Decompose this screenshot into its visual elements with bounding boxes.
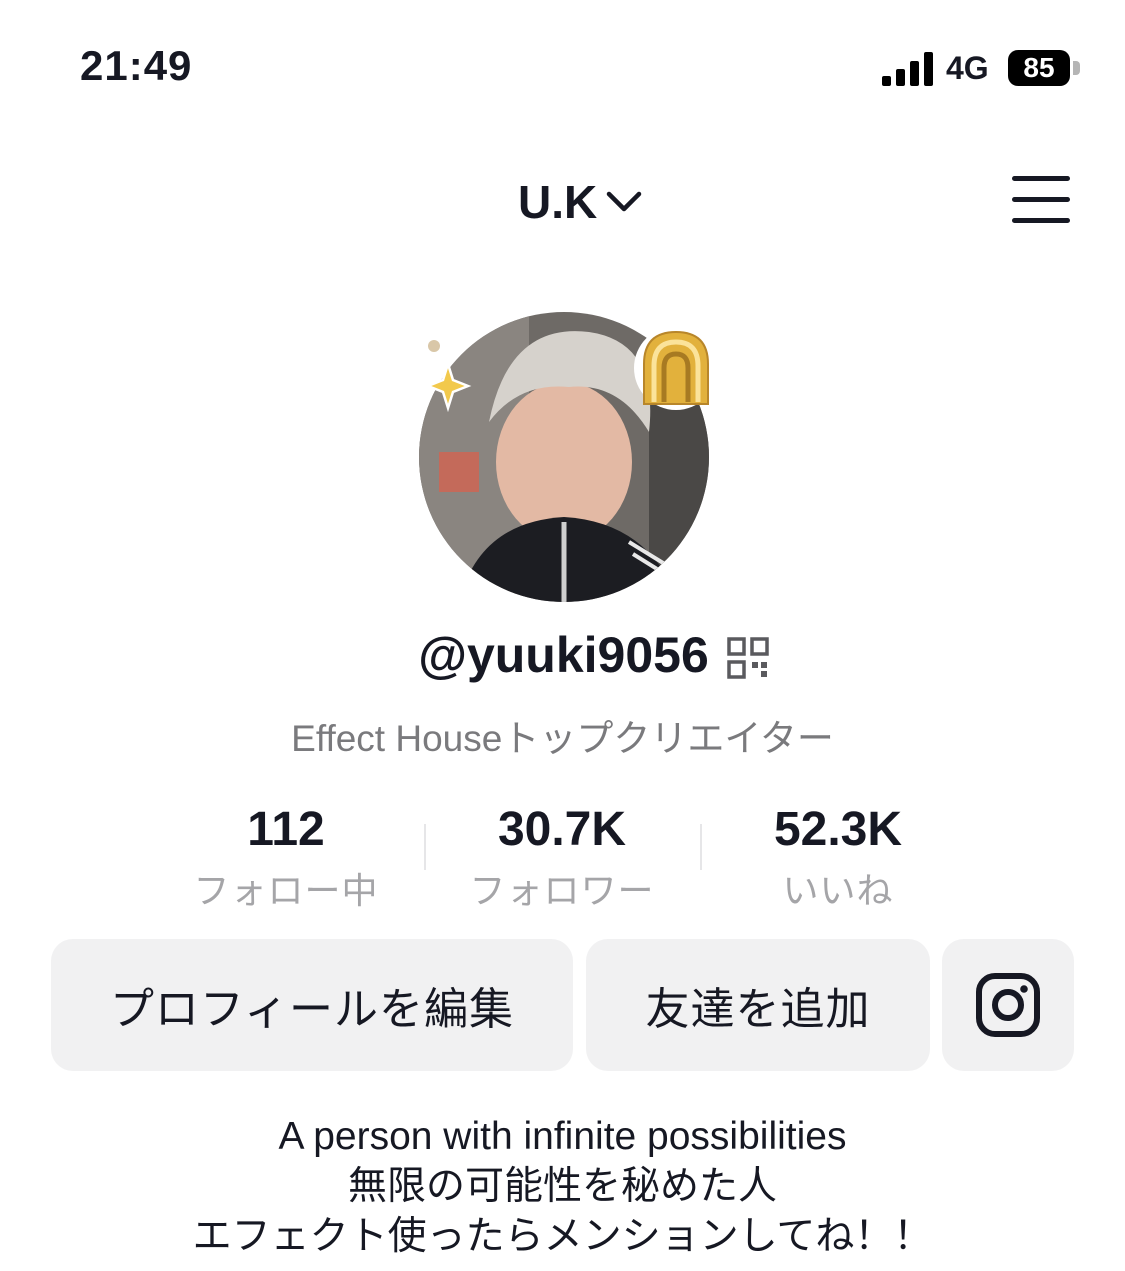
battery-level: 85 [1008,50,1070,86]
gold-badge-icon [634,326,718,410]
instagram-icon [976,973,1040,1037]
following-stat[interactable]: 112 フォロー中 [161,800,411,914]
chevron-down-icon [606,191,642,212]
bio-line: 無限の可能性を秘めた人 [347,1165,777,1208]
network-type: 4G [946,50,989,86]
bio-line: A person with infinite possibilities [278,1115,847,1158]
edit-profile-button[interactable]: プロフィールを編集 [51,939,573,1071]
bio: A person with infinite possibilities 無限の… [0,1112,1125,1262]
following-count: 112 [247,803,325,856]
likes-stat[interactable]: 52.3K いいね [713,800,963,914]
followers-count: 30.7K [497,803,627,856]
account-name: U.K [518,176,598,228]
following-label: フォロー中 [193,870,379,911]
account-switcher[interactable]: U.K [518,172,643,232]
hamburger-menu-icon[interactable] [1008,172,1074,228]
cellular-signal-icon [882,52,933,86]
followers-label: フォロワー [469,870,655,911]
stat-divider [700,824,702,870]
username: @yuuki9056 [418,627,709,683]
username-row: @yuuki9056 [0,626,1125,684]
creator-subtitle: Effect Houseトップクリエイター [291,718,834,759]
likes-count: 52.3K [773,803,903,856]
status-time: 21:49 [80,42,193,89]
followers-stat[interactable]: 30.7K フォロワー [437,800,687,914]
sparkle-icon [424,340,472,412]
qr-code-icon[interactable] [727,637,769,679]
add-friend-button[interactable]: 友達を追加 [586,939,930,1071]
stat-divider [424,824,426,870]
battery-icon: 85 [1008,48,1082,88]
bio-line: エフェクト使ったらメンションしてね！！ [192,1215,933,1258]
instagram-button[interactable] [942,939,1074,1071]
likes-label: いいね [782,870,894,911]
